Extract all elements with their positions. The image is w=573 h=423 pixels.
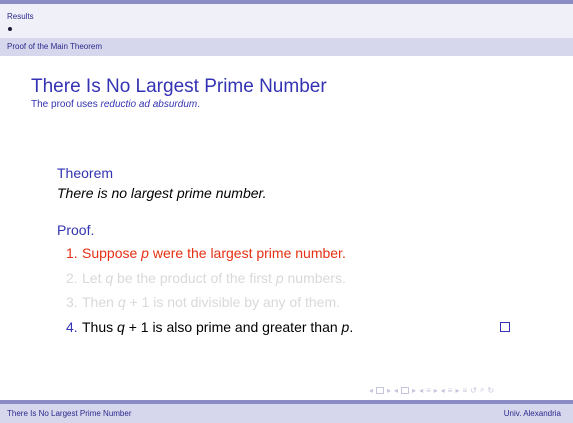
footer-band: There Is No Largest Prime Number Univ. A… xyxy=(0,404,573,423)
theorem-heading: Theorem xyxy=(57,165,114,181)
proof-step-4: 4. Thus q + 1 is also prime and greater t… xyxy=(66,319,354,335)
subsection-label[interactable]: Proof of the Main Theorem xyxy=(7,42,102,51)
nav-presentation-icon[interactable]: ≡ xyxy=(448,386,453,395)
nav-appendix-icon[interactable]: ≡ xyxy=(462,386,467,395)
nav-left-arrow-icon[interactable]: ◂ xyxy=(369,386,373,395)
proof-heading: Proof. xyxy=(57,222,95,238)
nav-right-arrow-icon[interactable]: ▸ xyxy=(387,386,391,395)
section-progress-dot[interactable] xyxy=(8,27,12,31)
nav-left-arrow-icon[interactable]: ◂ xyxy=(419,386,423,395)
nav-forward-icon[interactable]: ↻ xyxy=(487,386,494,395)
nav-right-arrow-icon[interactable]: ▸ xyxy=(434,386,438,395)
footer-title: There Is No Largest Prime Number xyxy=(7,409,132,418)
nav-section-icon[interactable]: ≡ xyxy=(426,386,431,395)
frame-title: There Is No Largest Prime Number xyxy=(31,76,327,97)
nav-back-icon[interactable]: ↺ xyxy=(470,386,477,395)
nav-left-arrow-icon[interactable]: ◂ xyxy=(394,386,398,395)
nav-left-arrow-icon[interactable]: ◂ xyxy=(441,386,445,395)
nav-right-arrow-icon[interactable]: ▸ xyxy=(412,386,416,395)
nav-frame-icon[interactable] xyxy=(376,386,385,394)
nav-right-arrow-icon[interactable]: ▸ xyxy=(455,386,459,395)
theorem-statement: There is no largest prime number. xyxy=(57,185,267,201)
header-section-band: Results xyxy=(0,0,573,38)
footer-institute: Univ. Alexandria xyxy=(503,409,561,418)
proof-step-2: 2. Let q be the product of the first p nu… xyxy=(66,270,346,286)
header-subsection-band: Proof of the Main Theorem xyxy=(0,38,573,56)
proof-step-3: 3. Then q + 1 is not divisible by any of … xyxy=(66,294,340,310)
proof-step-1: 1. Suppose p were the largest prime numbe… xyxy=(66,245,346,261)
nav-search-icon[interactable]: ⌕ xyxy=(480,385,484,395)
beamer-navigation-bar: ◂ ▸ ◂ ▸ ◂ ≡ ▸ ◂ ≡ ▸ ≡ ↺ ⌕ ↻ xyxy=(369,385,569,395)
nav-subsection-icon[interactable] xyxy=(401,386,410,394)
section-label[interactable]: Results xyxy=(7,12,34,21)
frame-subtitle: The proof uses reductio ad absurdum. xyxy=(31,99,200,110)
qed-square-icon xyxy=(500,322,510,332)
